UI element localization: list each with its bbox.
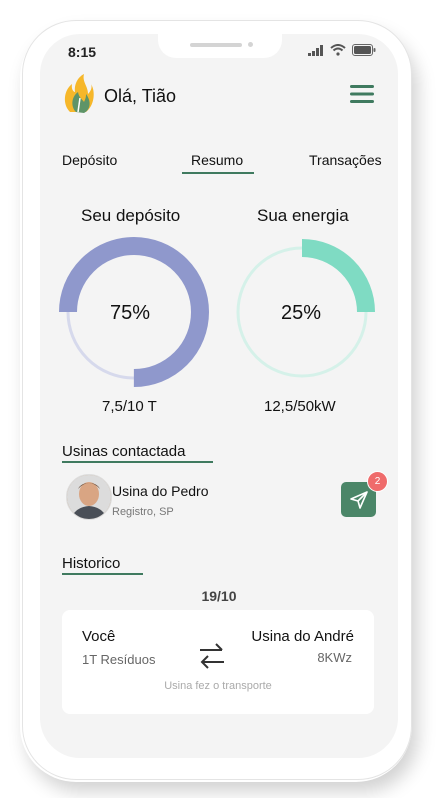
usina-name[interactable]: Usina do Pedro <box>112 483 209 499</box>
signal-icon <box>308 44 323 56</box>
tab-bar: Depósito Resumo Transações <box>40 152 398 182</box>
usinas-section-title: Usinas contactada <box>62 443 186 460</box>
historico-section-title: Historico <box>62 555 121 572</box>
notification-badge: 2 <box>367 471 388 492</box>
greeting-title: Olá, Tião <box>104 86 177 106</box>
battery-icon <box>352 44 376 56</box>
camera <box>248 42 253 47</box>
history-date: 19/10 <box>201 588 237 604</box>
speaker <box>190 43 242 47</box>
swap-arrows-icon <box>200 643 224 669</box>
usina-location: Registro, SP <box>112 506 174 518</box>
leaf-flame-logo-icon <box>64 74 94 113</box>
wifi-icon <box>330 44 346 56</box>
person-avatar-icon <box>67 475 111 519</box>
transfer-note: Usina fez o transporte <box>164 680 272 692</box>
app-screen: 8:15 Olá, Tião Depósito Resumo Transaçõe… <box>40 34 398 758</box>
transfer-to-detail: 8KWz <box>317 650 352 665</box>
app-logo <box>62 72 96 121</box>
tab-resumo[interactable]: Resumo <box>191 152 243 168</box>
transfer-from-detail: 1T Resíduos <box>82 652 156 667</box>
tab-transacoes[interactable]: Transações <box>309 152 382 168</box>
historico-title-underline <box>62 573 143 575</box>
deposit-percent: 75% <box>110 302 151 324</box>
deposit-amount: 7,5/10 T <box>102 398 157 415</box>
menu-button[interactable] <box>350 84 374 104</box>
phone-notch <box>158 34 282 58</box>
energy-chart-title: Sua energia <box>257 206 349 225</box>
deposit-chart-title: Seu depósito <box>81 206 181 225</box>
hamburger-menu-icon <box>350 85 374 103</box>
history-card[interactable]: Você 1T Resíduos Usina do André 8KWz Usi… <box>62 610 374 714</box>
energy-amount: 12,5/50kW <box>264 398 336 415</box>
status-icons <box>308 44 376 56</box>
send-icon <box>349 490 368 509</box>
tab-deposito[interactable]: Depósito <box>62 152 117 168</box>
energy-percent: 25% <box>281 302 322 324</box>
avatar[interactable] <box>66 474 112 520</box>
usinas-title-underline <box>62 461 213 463</box>
status-time: 8:15 <box>68 44 97 60</box>
transfer-from-name: Você <box>82 628 116 645</box>
transfer-to-name: Usina do André <box>251 628 354 645</box>
active-tab-indicator <box>182 172 254 174</box>
